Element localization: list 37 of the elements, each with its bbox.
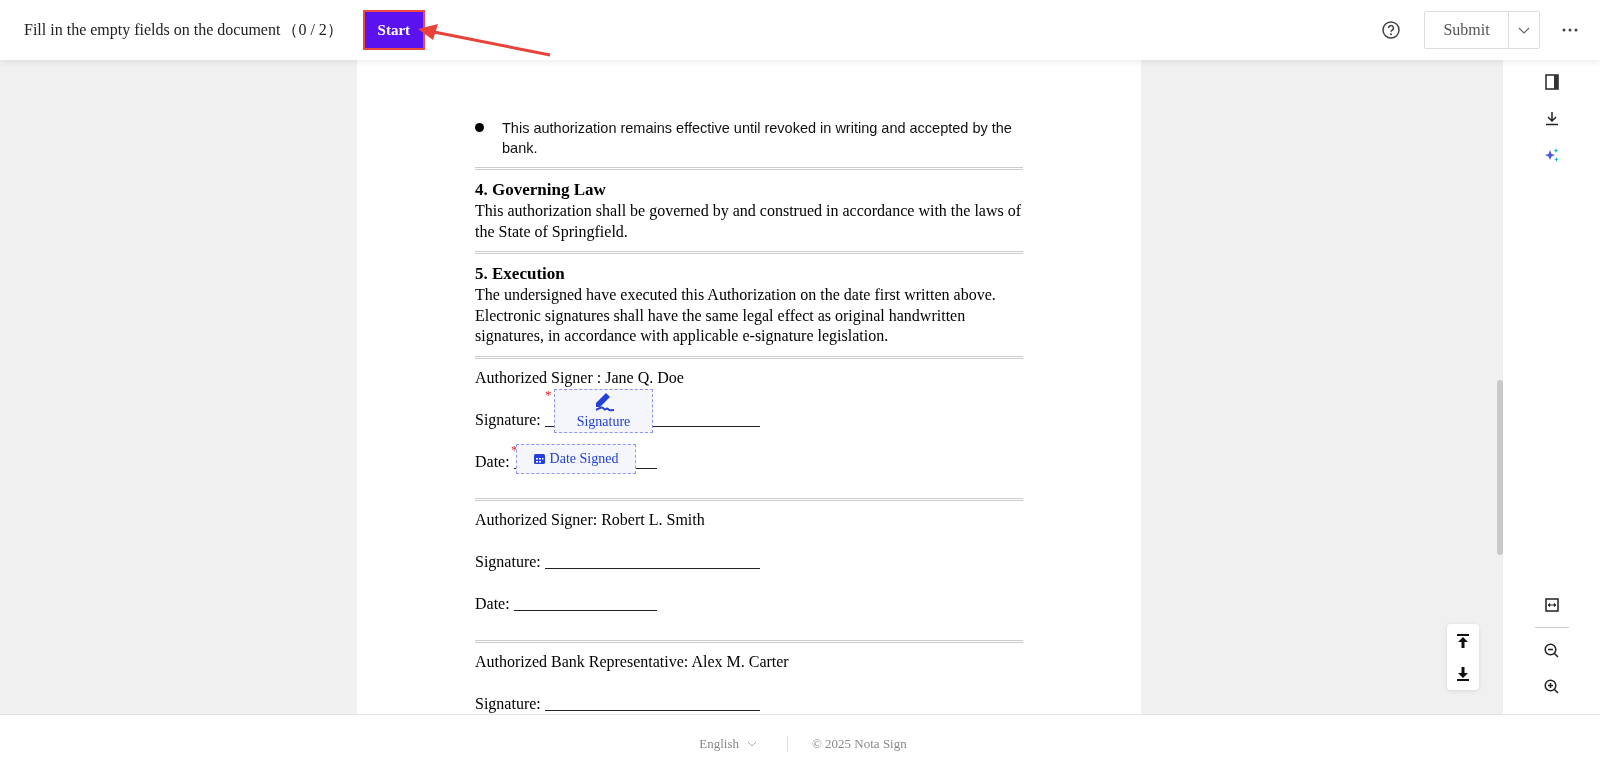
language-selector[interactable]: English (693, 735, 763, 753)
copyright-text: © 2025 Nota Sign (812, 736, 907, 752)
instruction-text: Fill in the empty fields on the document (24, 21, 281, 39)
zoom-out-icon[interactable] (1544, 643, 1559, 658)
bullet-text: This authorization remains effective until revoked in writing and accepted by the bank. (502, 119, 1013, 158)
more-icon[interactable] (1562, 28, 1578, 32)
zoom-in-icon[interactable] (1544, 679, 1559, 694)
signature-label: Signature: (475, 693, 541, 714)
submit-button[interactable]: Submit (1425, 12, 1509, 48)
progress-count: （0 / 2） (282, 19, 343, 40)
section-heading: 4. Governing Law (475, 179, 607, 201)
signature-label: Signature: (475, 409, 541, 430)
signer-name: Authorized Signer: Robert L. Smith (475, 509, 705, 530)
scroll-to-top-icon[interactable] (1457, 633, 1469, 648)
panel-icon[interactable] (1544, 74, 1559, 90)
signature-field[interactable]: Signature (554, 388, 653, 433)
chevron-down-icon (1518, 26, 1530, 34)
download-icon[interactable] (1544, 111, 1559, 126)
bullet-icon (475, 123, 484, 132)
scroll-to-bottom-icon[interactable] (1457, 666, 1469, 681)
section-heading: 5. Execution (475, 263, 566, 285)
date-label: Date: (475, 593, 510, 614)
signature-label: Signature: (475, 551, 541, 572)
required-mark: * (545, 388, 552, 401)
fit-width-icon[interactable] (1544, 598, 1559, 612)
scrollbar-thumb[interactable] (1497, 380, 1503, 555)
start-button[interactable]: Start (362, 10, 425, 50)
section-text: This authorization shall be governed by and construed in accordance with the laws of the State of Springfield. (475, 201, 1023, 242)
signer-name: Authorized Bank Representative: Alex M. Carter (475, 651, 789, 672)
sparkle-icon[interactable] (1543, 147, 1560, 163)
help-icon[interactable] (1382, 21, 1400, 39)
date-label: Date: (475, 451, 510, 472)
section-text: The undersigned have executed this Authorization on the date first written above. Electronic signatures shall have the same legal effect as original handwritten signatures, in accordance with applicable e-signature legislation. (475, 285, 997, 347)
calendar-icon (533, 453, 545, 464)
chevron-down-icon (747, 741, 757, 747)
date-field[interactable]: Date Signed (516, 443, 636, 474)
signer-name: Authorized Signer : Jane Q. Doe (475, 367, 684, 388)
